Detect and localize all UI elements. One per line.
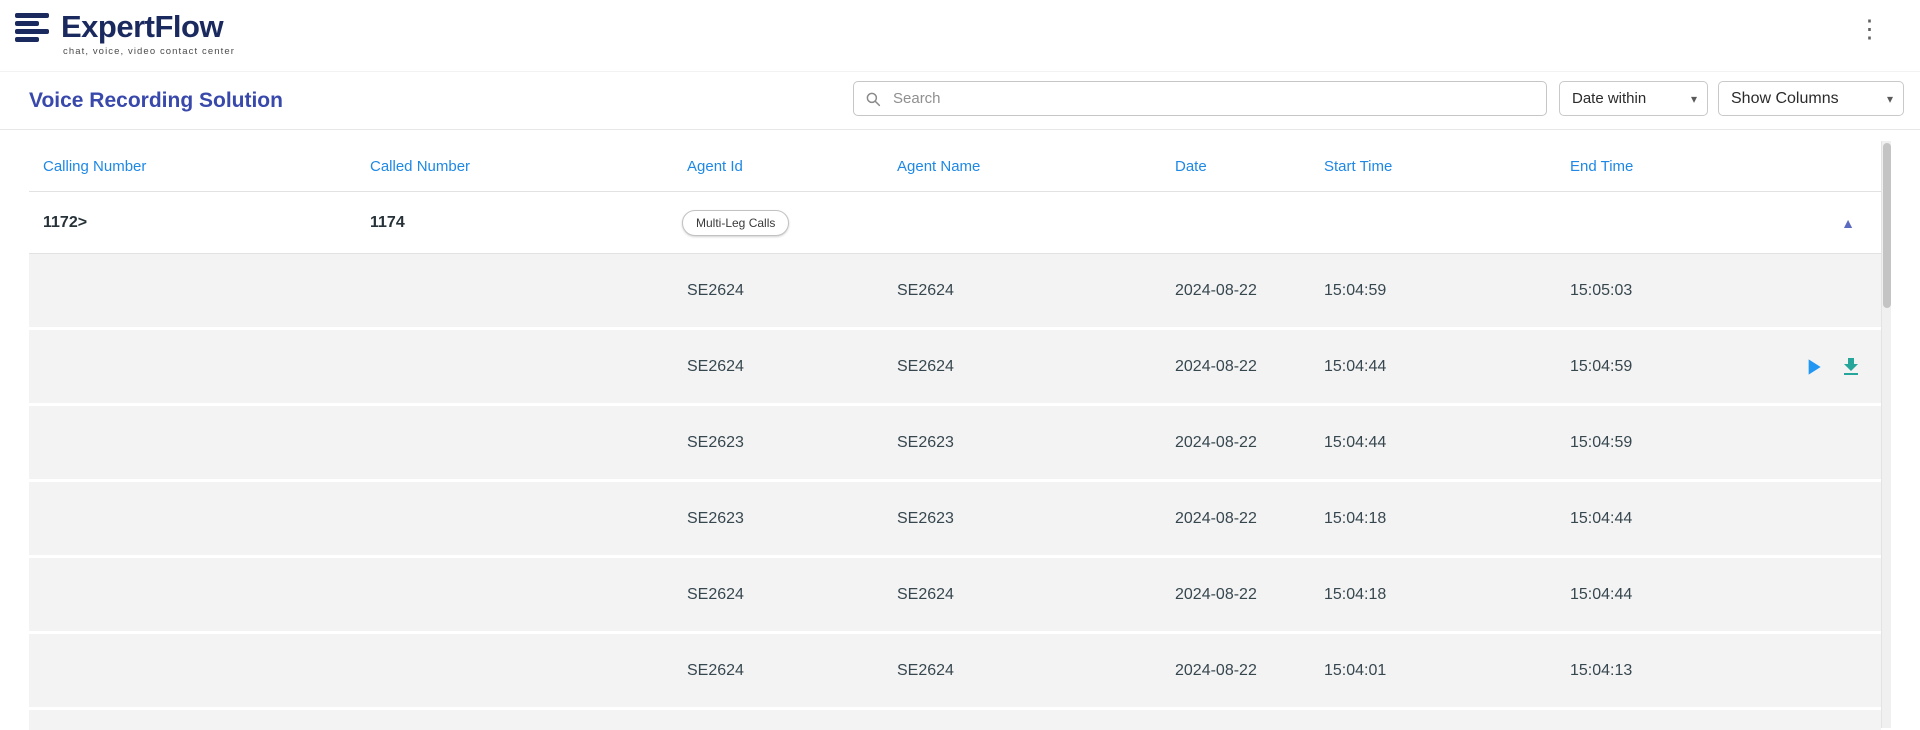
start-time-cell: 15:04:44 — [1310, 330, 1556, 403]
kebab-menu-icon[interactable]: ⋮ — [1849, 12, 1890, 48]
table-row: SE2624 SE2624 2024-08-22 15:04:18 15:04:… — [29, 558, 1881, 631]
chevron-down-icon: ▾ — [1691, 93, 1697, 105]
table-header-row: Calling Number Called Number Agent Id Ag… — [29, 141, 1881, 192]
vertical-scrollbar-thumb[interactable] — [1883, 143, 1891, 308]
column-header-called-number: Called Number — [356, 141, 673, 191]
date-within-dropdown[interactable]: Date within ▾ — [1559, 81, 1708, 116]
date-cell: 2024-08-22 — [1161, 406, 1310, 479]
column-header-date: Date — [1161, 141, 1310, 191]
agent-id-cell: SE2624 — [673, 634, 883, 707]
agent-id-cell: SE2624 — [673, 254, 883, 327]
date-cell: 2024-08-22 — [1161, 254, 1310, 327]
search-input[interactable] — [891, 89, 1536, 108]
calling-number-cell: 1172> — [29, 192, 356, 253]
vertical-scrollbar[interactable] — [1881, 141, 1891, 728]
table-row: SE2624 SE2624 2024-08-22 15:04:44 15:04:… — [29, 330, 1881, 403]
agent-name-cell: SE2624 — [883, 558, 1161, 631]
search-field[interactable] — [853, 81, 1547, 116]
toolbar: Voice Recording Solution Date within ▾ S… — [0, 72, 1920, 130]
table-row: SE2624 SE2624 2024-08-22 15:04:01 15:04:… — [29, 634, 1881, 707]
agent-id-cell: SE2623 — [673, 482, 883, 555]
column-header-end-time: End Time — [1556, 141, 1881, 191]
collapse-group-icon[interactable]: ▲ — [1837, 211, 1859, 235]
start-time-cell: 15:04:59 — [1310, 254, 1556, 327]
start-time-cell: 15:04:18 — [1310, 558, 1556, 631]
start-time-cell: 15:04:44 — [1310, 406, 1556, 479]
start-time-cell: 15:04:18 — [1310, 482, 1556, 555]
logo-tagline: chat, voice, video contact center — [63, 46, 235, 57]
agent-name-cell: SE2624 — [883, 254, 1161, 327]
expertflow-logo-icon — [15, 12, 53, 49]
table-body: SE2624 SE2624 2024-08-22 15:04:59 15:05:… — [29, 254, 1881, 707]
multi-leg-calls-badge: Multi-Leg Calls — [682, 210, 789, 236]
column-header-agent-id: Agent Id — [673, 141, 883, 191]
chevron-down-icon: ▾ — [1887, 93, 1893, 105]
agent-name-cell: SE2623 — [883, 482, 1161, 555]
agent-name-cell: SE2624 — [883, 634, 1161, 707]
agent-id-cell: SE2623 — [673, 406, 883, 479]
end-time-cell: 15:04:44 — [1556, 558, 1881, 631]
column-header-start-time: Start Time — [1310, 141, 1556, 191]
call-group-row: 1172> 1174 Multi-Leg Calls ▲ — [29, 192, 1881, 254]
end-time-cell: 15:04:13 — [1556, 634, 1881, 707]
agent-id-cell: SE2624 — [673, 330, 883, 403]
agent-id-cell: SE2624 — [673, 558, 883, 631]
end-time-cell: 15:04:44 — [1556, 482, 1881, 555]
start-time-cell: 15:04:01 — [1310, 634, 1556, 707]
table-row: SE2623 SE2623 2024-08-22 15:04:44 15:04:… — [29, 406, 1881, 479]
table-row: SE2623 SE2623 2024-08-22 15:04:18 15:04:… — [29, 482, 1881, 555]
date-cell: 2024-08-22 — [1161, 330, 1310, 403]
show-columns-dropdown[interactable]: Show Columns ▾ — [1718, 81, 1904, 116]
row-actions — [1799, 330, 1865, 403]
show-columns-label: Show Columns — [1731, 90, 1839, 108]
date-cell: 2024-08-22 — [1161, 634, 1310, 707]
table-row: SE2624 SE2624 2024-08-22 15:04:59 15:05:… — [29, 254, 1881, 327]
date-cell: 2024-08-22 — [1161, 558, 1310, 631]
agent-name-cell: SE2623 — [883, 406, 1161, 479]
table-row-partial — [29, 710, 1881, 730]
called-number-cell: 1174 — [356, 192, 673, 253]
end-time-cell: 15:04:59 — [1556, 406, 1881, 479]
page-title: Voice Recording Solution — [29, 72, 283, 129]
column-header-agent-name: Agent Name — [883, 141, 1161, 191]
agent-name-cell: SE2624 — [883, 330, 1161, 403]
recordings-table: Calling Number Called Number Agent Id Ag… — [29, 141, 1881, 730]
end-time-cell: 15:05:03 — [1556, 254, 1881, 327]
expertflow-logo: ExpertFlow — [15, 9, 223, 49]
search-icon — [864, 90, 882, 108]
column-header-calling-number: Calling Number — [29, 141, 356, 191]
topbar: ExpertFlow chat, voice, video contact ce… — [0, 0, 1920, 72]
logo-text: ExpertFlow — [61, 9, 223, 45]
date-cell: 2024-08-22 — [1161, 482, 1310, 555]
date-within-label: Date within — [1572, 90, 1646, 107]
play-recording-button[interactable] — [1799, 353, 1827, 381]
download-recording-button[interactable] — [1837, 353, 1865, 381]
